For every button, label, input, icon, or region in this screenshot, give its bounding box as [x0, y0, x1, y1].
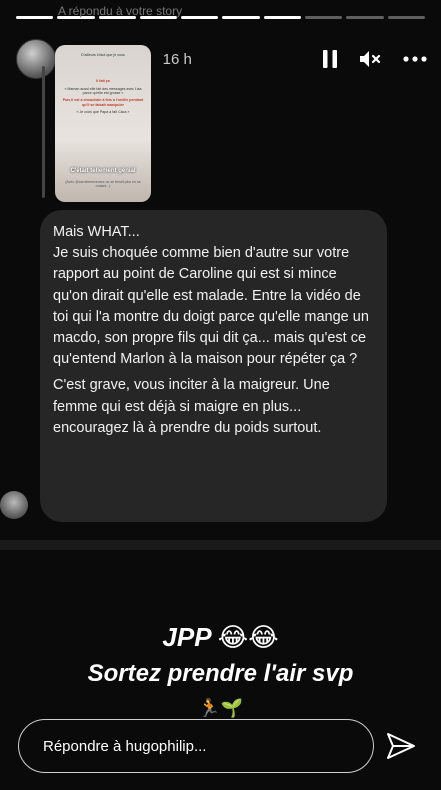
thumb-small-text: (Avec @carolinereceveur on se tenait plu… — [65, 180, 141, 188]
progress-segment — [222, 16, 260, 19]
progress-segment — [263, 16, 302, 19]
thumb-text: Puis il est a chouchain à fois à l'oreil… — [62, 98, 144, 107]
thumb-text: « Je crois que Papa a fait Caca » — [76, 109, 130, 114]
progress-segment — [387, 16, 425, 19]
story-controls — [323, 50, 427, 68]
message-paragraph: Mais WHAT... — [53, 224, 140, 240]
story-emoji-line: 🏃🌱 — [198, 698, 243, 718]
thumb-caption: C'était tellement génial — [70, 168, 136, 174]
more-icon[interactable] — [403, 56, 427, 62]
avatar[interactable] — [16, 39, 56, 79]
progress-segment — [346, 16, 384, 19]
mute-icon[interactable] — [359, 50, 381, 68]
pause-icon[interactable] — [323, 50, 337, 68]
story-text-line: JPP 😂😂 — [162, 622, 279, 652]
progress-segment — [181, 16, 219, 19]
message-paragraph: Je suis choquée comme bien d'autre sur v… — [53, 245, 369, 368]
message-bubble[interactable]: Mais WHAT... Je suis choquée comme bien … — [40, 210, 387, 522]
reply-field[interactable] — [18, 719, 374, 773]
quote-indicator — [42, 66, 45, 198]
quoted-story-thumbnail[interactable]: D'ailleurs il faut que je vous Il fait ç… — [55, 45, 151, 202]
progress-segment — [16, 16, 54, 19]
thumb-text: « Maman aussi elle fait des messages ave… — [64, 86, 142, 95]
story-time: 16 h — [162, 50, 192, 68]
progress-segment — [305, 16, 343, 19]
replied-label: A répondu à votre story — [58, 4, 183, 18]
story-text-line: Sortez prendre l'air svp — [87, 660, 354, 687]
message-paragraph: C'est grave, vous inciter à la maigreur.… — [53, 377, 330, 436]
reply-input[interactable] — [43, 737, 373, 755]
thumb-text: Il fait ça — [96, 79, 110, 84]
sender-avatar — [0, 491, 28, 519]
send-icon[interactable] — [383, 728, 419, 764]
story-divider — [0, 540, 441, 550]
thumb-text: D'ailleurs il faut que je vous — [81, 53, 125, 57]
